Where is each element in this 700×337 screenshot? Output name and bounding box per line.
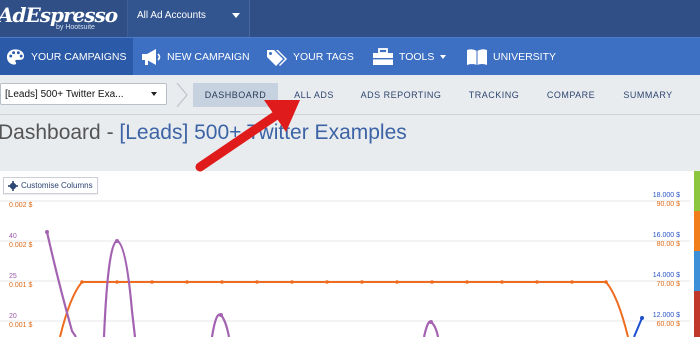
tab-compare[interactable]: COMPARE	[536, 83, 606, 107]
blue-series-point	[640, 316, 644, 320]
tab-summary[interactable]: SUMMARY	[612, 83, 684, 107]
nav-new-campaign[interactable]: NEW CAMPAIGN	[140, 38, 250, 75]
breadcrumb-separator	[176, 83, 188, 107]
tab-label: ALL ADS	[294, 90, 334, 100]
axis-label-right-blue: 12.000 $	[652, 312, 680, 319]
axis-label-left-count: 20	[9, 313, 17, 320]
nav-tools[interactable]: TOOLS	[372, 38, 447, 75]
purple-series-point	[45, 230, 49, 234]
axis-label-left-money: 0.001 $	[9, 282, 33, 289]
caret-down-icon	[440, 54, 447, 59]
axis-label-left: 0.002 $	[9, 202, 33, 209]
nav-your-campaigns[interactable]: YOUR CAMPAIGNS	[0, 38, 133, 75]
axis-label-left-count: 25	[9, 273, 17, 280]
tab-label: TRACKING	[468, 90, 520, 100]
axis-label-right-orange: 70.00 $	[656, 281, 680, 288]
tab-ads-reporting[interactable]: ADS REPORTING	[352, 83, 450, 107]
purple-series-point	[219, 313, 223, 317]
caret-down-icon	[151, 92, 157, 96]
axis-label-left-count: 40	[9, 233, 17, 240]
axis-color-strip	[694, 171, 700, 337]
blue-axis-marker	[694, 251, 700, 291]
main-nav: YOUR CAMPAIGNS NEW CAMPAIGN YOUR TAGS TO…	[0, 37, 700, 75]
axis-label-left-money: 0.001 $	[9, 322, 33, 329]
caret-down-icon	[232, 13, 240, 18]
gear-icon	[8, 180, 18, 191]
nav-label: YOUR CAMPAIGNS	[31, 50, 127, 63]
tab-all-ads[interactable]: ALL ADS	[282, 83, 346, 107]
tab-label: COMPARE	[546, 90, 596, 100]
nav-label: NEW CAMPAIGN	[167, 50, 250, 63]
account-label: All Ad Accounts	[137, 10, 206, 21]
tab-dashboard[interactable]: DASHBOARD	[193, 83, 278, 107]
nav-label: TOOLS	[399, 50, 435, 63]
nav-label: UNIVERSITY	[493, 50, 557, 63]
tags-icon	[266, 46, 288, 68]
axis-label-left-money: 0.002 $	[9, 242, 33, 249]
tab-label: SUMMARY	[623, 90, 673, 100]
nav-university[interactable]: UNIVERSITY	[466, 38, 556, 75]
tab-tracking[interactable]: TRACKING	[458, 83, 530, 107]
axis-label-right-blue: 16.000 $	[652, 232, 680, 239]
dashboard-chart: Customise Columns 0.002 $ 40 0.002 $ 25 …	[0, 171, 700, 337]
campaign-select-value: [Leads] 500+ Twitter Exa...	[5, 89, 124, 100]
purple-series-point	[429, 320, 433, 324]
page-title-prefix: Dashboard -	[0, 121, 120, 144]
axis-label-right-blue: 14.000 $	[652, 272, 680, 279]
red-axis-marker	[694, 291, 700, 337]
logo-byline: by Hootsuite	[56, 24, 95, 31]
nav-your-tags[interactable]: YOUR TAGS	[266, 38, 354, 75]
campaign-subbar: [Leads] 500+ Twitter Exa... DASHBOARD AL…	[0, 75, 700, 115]
megaphone-icon	[140, 46, 162, 68]
purple-series-point	[115, 239, 119, 243]
nav-label: YOUR TAGS	[293, 50, 354, 63]
campaign-select[interactable]: [Leads] 500+ Twitter Exa...	[0, 83, 167, 105]
page-title-campaign: [Leads] 500+ Twitter Examples	[119, 121, 407, 144]
green-axis-marker	[694, 171, 700, 211]
adespresso-logo[interactable]: AdEspresso by Hootsuite	[0, 0, 128, 37]
top-bar: AdEspresso by Hootsuite All Ad Accounts	[0, 0, 700, 37]
axis-label-right-orange: 80.00 $	[656, 241, 680, 248]
customise-columns-label: Customise Columns	[21, 181, 93, 190]
palette-icon	[4, 46, 26, 68]
orange-axis-marker	[694, 211, 700, 251]
axis-label-right-orange: 60.00 $	[656, 321, 680, 328]
chart-canvas	[0, 200, 690, 337]
tab-label: DASHBOARD	[204, 90, 267, 100]
axis-label-right-blue: 18.000 $	[652, 192, 680, 199]
account-switcher[interactable]: All Ad Accounts	[128, 0, 250, 37]
book-icon	[466, 46, 488, 68]
axis-label-right-orange: 90.00 $	[656, 201, 680, 208]
tab-label: ADS REPORTING	[360, 90, 442, 100]
page-title: Dashboard - [Leads] 500+ Twitter Example…	[0, 121, 407, 145]
toolbox-icon	[372, 46, 394, 68]
orange-series-line	[59, 281, 629, 337]
customise-columns-button[interactable]: Customise Columns	[3, 177, 98, 194]
